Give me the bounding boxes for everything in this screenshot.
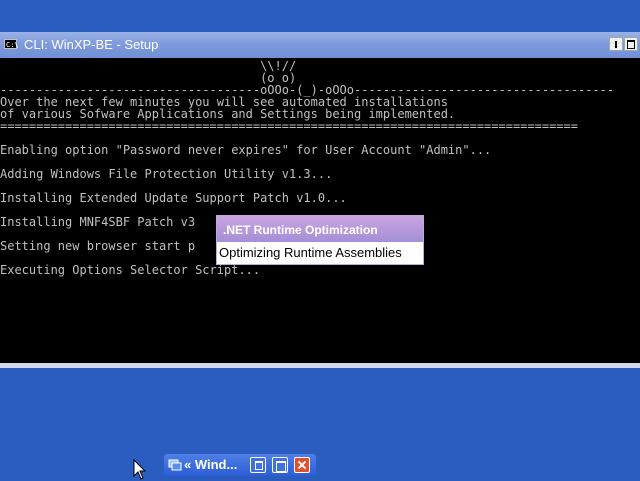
- maximize-button[interactable]: [272, 457, 288, 473]
- maximize-button[interactable]: [624, 37, 638, 51]
- taskbar-window-group[interactable]: « Wind...: [164, 454, 316, 476]
- console-line: Installing Extended Update Support Patch…: [0, 191, 347, 205]
- console-line: Installing MNF4SBF Patch v3: [0, 215, 196, 229]
- windows-group-icon: [168, 459, 182, 471]
- console-line: Adding Windows File Protection Utility v…: [0, 167, 333, 181]
- close-button[interactable]: [294, 457, 310, 473]
- command-prompt-icon: C:\: [4, 39, 19, 49]
- balloon-title: .NET Runtime Optimization: [217, 216, 423, 242]
- taskbar-label: « Wind...: [184, 457, 238, 472]
- notification-balloon[interactable]: .NET Runtime Optimization Optimizing Run…: [216, 215, 424, 265]
- console-line: Enabling option "Password never expires"…: [0, 143, 492, 157]
- window-titlebar[interactable]: C:\ CLI: WinXP-BE - Setup: [0, 32, 640, 58]
- balloon-message: Optimizing Runtime Assemblies: [219, 245, 402, 260]
- mouse-cursor-icon: [133, 459, 147, 480]
- console-line: Setting new browser start p: [0, 239, 196, 253]
- minimize-button[interactable]: [609, 37, 623, 51]
- console-line: ========================================…: [0, 119, 578, 133]
- console-line: Executing Options Selector Script...: [0, 263, 261, 277]
- window-title: CLI: WinXP-BE - Setup: [24, 37, 159, 52]
- restore-button[interactable]: [250, 457, 266, 473]
- console-window: C:\ CLI: WinXP-BE - Setup \\!// (o o) --…: [0, 32, 640, 368]
- console-output: \\!// (o o) ----------------------------…: [0, 58, 640, 358]
